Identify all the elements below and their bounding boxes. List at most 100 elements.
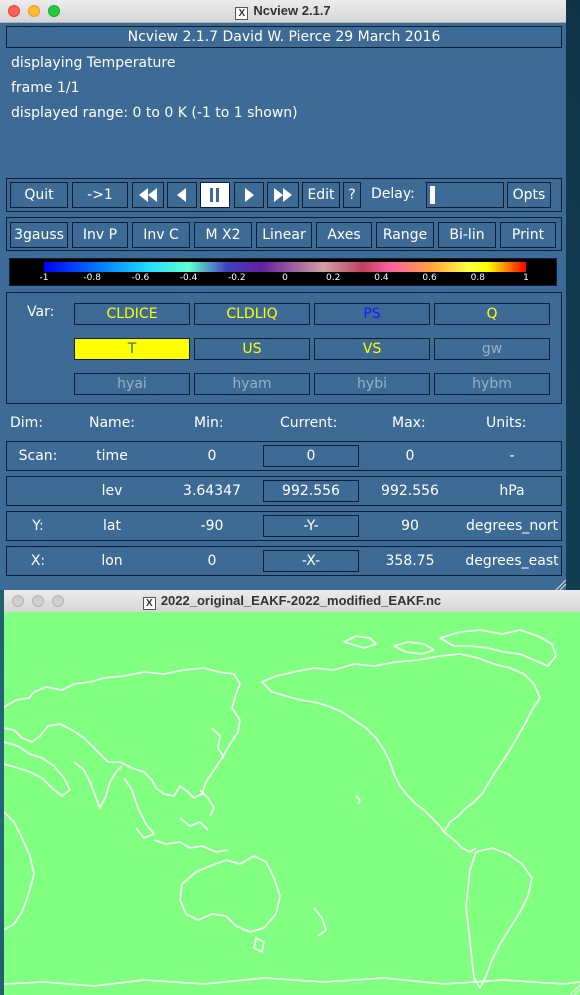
delay-label: Delay: bbox=[371, 186, 415, 202]
variable-button-q[interactable]: Q bbox=[434, 303, 550, 325]
opts-button[interactable]: Opts bbox=[507, 182, 551, 208]
edit-button[interactable]: Edit bbox=[302, 182, 340, 208]
main-window-title-text: Ncview 2.1.7 bbox=[253, 3, 331, 18]
option-linear-button[interactable]: Linear bbox=[256, 222, 312, 248]
delay-slider[interactable] bbox=[426, 182, 504, 208]
dim-name: lev bbox=[101, 483, 123, 499]
version-header: Ncview 2.1.7 David W. Pierce 29 March 20… bbox=[6, 26, 562, 48]
option-bilinear-button[interactable]: Bi-lin bbox=[438, 222, 496, 248]
colorbar-tick-label: 0.8 bbox=[470, 273, 485, 283]
variable-button-hyai[interactable]: hyai bbox=[74, 373, 190, 395]
x11-icon: X bbox=[142, 597, 156, 610]
var-label: Var: bbox=[27, 304, 55, 320]
dim-current-value-button[interactable]: -Y- bbox=[263, 515, 359, 537]
resize-grip-icon[interactable] bbox=[554, 578, 566, 590]
variable-button-hybi[interactable]: hybi bbox=[314, 373, 430, 395]
info-range: displayed range: 0 to 0 K (-1 to 1 shown… bbox=[11, 105, 298, 121]
colorbar-tick-label: -0.6 bbox=[131, 273, 150, 283]
fast-backward-button[interactable] bbox=[132, 182, 164, 208]
dim-min: -90 bbox=[200, 518, 224, 534]
colorbar-tick-label: 0.4 bbox=[374, 273, 389, 283]
world-map-plot[interactable] bbox=[4, 612, 580, 995]
pause-button[interactable] bbox=[200, 182, 230, 208]
dim-label: X: bbox=[30, 553, 46, 569]
colorbar-ticks: -1 -0.8 -0.6 -0.4 -0.2 0 0.2 0.4 0.6 0.8 1 bbox=[10, 273, 558, 285]
dim-units: degrees_east bbox=[465, 553, 559, 569]
delay-slider-thumb[interactable] bbox=[430, 186, 435, 204]
variable-button-vs[interactable]: VS bbox=[314, 338, 430, 360]
variable-button-us[interactable]: US bbox=[194, 338, 310, 360]
variable-button-hybm[interactable]: hybm bbox=[434, 373, 550, 395]
map-window-title-text: 2022_original_EAKF-2022_modified_EAKF.nc bbox=[160, 593, 442, 608]
dim-max: 90 bbox=[401, 518, 419, 534]
colorbar-tick-label: 0.6 bbox=[422, 273, 437, 283]
map-window: X 2022_original_EAKF-2022_modified_EAKF.n… bbox=[4, 590, 580, 995]
dim-header-dim: Dim: bbox=[10, 415, 44, 431]
variable-button-gw[interactable]: gw bbox=[434, 338, 550, 360]
variable-button-hyam[interactable]: hyam bbox=[194, 373, 310, 395]
dim-min: 0 bbox=[207, 448, 217, 464]
fast-forward-icon bbox=[274, 188, 292, 202]
step-forward-icon bbox=[245, 188, 254, 202]
dim-header-min: Min: bbox=[194, 415, 224, 431]
colorbar-tick-label: 0 bbox=[282, 273, 288, 283]
dim-label: Y: bbox=[32, 518, 44, 534]
map-window-title: X 2022_original_EAKF-2022_modified_EAKF.n… bbox=[4, 593, 580, 610]
dim-max: 358.75 bbox=[385, 553, 435, 569]
step-backward-button[interactable] bbox=[167, 182, 197, 208]
dim-min: 0 bbox=[207, 553, 217, 569]
option-axes-button[interactable]: Axes bbox=[316, 222, 372, 248]
dim-units: hPa bbox=[499, 483, 525, 499]
dim-header-current: Current: bbox=[280, 415, 338, 431]
goto-first-frame-button[interactable]: ->1 bbox=[72, 182, 128, 208]
option-3gauss-button[interactable]: 3gauss bbox=[10, 222, 68, 248]
colorbar-tick-label: 1 bbox=[523, 273, 529, 283]
step-backward-icon bbox=[177, 188, 186, 202]
quit-button[interactable]: Quit bbox=[10, 182, 68, 208]
colorbar-tick-label: -0.4 bbox=[179, 273, 198, 283]
colorbar-tick-label: -1 bbox=[39, 273, 49, 283]
dim-current-value-button[interactable]: 0 bbox=[263, 445, 359, 467]
dim-header-name: Name: bbox=[89, 415, 136, 431]
help-button[interactable]: ? bbox=[343, 182, 361, 208]
x11-icon: X bbox=[235, 7, 249, 20]
info-frame: frame 1/1 bbox=[11, 80, 80, 96]
main-window-titlebar[interactable]: X Ncview 2.1.7 bbox=[0, 0, 566, 23]
option-magnify-button[interactable]: M X2 bbox=[194, 222, 252, 248]
dim-units: degrees_nort bbox=[465, 518, 559, 534]
dim-current-value-button[interactable]: -X- bbox=[263, 550, 359, 572]
fast-forward-button[interactable] bbox=[267, 182, 299, 208]
variable-button-ps[interactable]: PS bbox=[314, 303, 430, 325]
colorbar-tick-label: 0.2 bbox=[326, 273, 341, 283]
fast-backward-icon bbox=[139, 188, 157, 202]
dim-name: time bbox=[96, 448, 128, 464]
map-resize-grip-icon[interactable] bbox=[568, 983, 580, 995]
dim-min: 3.64347 bbox=[183, 483, 241, 499]
variable-button-cldliq[interactable]: CLDLIQ bbox=[194, 303, 310, 325]
dim-max: 0 bbox=[405, 448, 415, 464]
option-inv-p-button[interactable]: Inv P bbox=[72, 222, 128, 248]
dim-label: Scan: bbox=[18, 448, 58, 464]
option-range-button[interactable]: Range bbox=[376, 222, 434, 248]
option-print-button[interactable]: Print bbox=[500, 222, 556, 248]
dim-units: - bbox=[509, 448, 515, 464]
dim-name: lat bbox=[103, 518, 121, 534]
dim-max: 992.556 bbox=[381, 483, 439, 499]
colorbar: -1 -0.8 -0.6 -0.4 -0.2 0 0.2 0.4 0.6 0.8 1 bbox=[9, 258, 557, 286]
colorbar-gradient bbox=[44, 262, 526, 272]
map-field bbox=[4, 612, 580, 995]
variable-button-cldice[interactable]: CLDICE bbox=[74, 303, 190, 325]
option-inv-c-button[interactable]: Inv C bbox=[132, 222, 190, 248]
step-forward-button[interactable] bbox=[234, 182, 264, 208]
colorbar-tick-label: -0.8 bbox=[83, 273, 101, 283]
variable-button-t[interactable]: T bbox=[74, 338, 190, 360]
pause-icon bbox=[210, 188, 219, 202]
dim-name: lon bbox=[101, 553, 123, 569]
colorbar-tick-label: -0.2 bbox=[228, 273, 246, 283]
info-variable: displaying Temperature bbox=[11, 55, 176, 71]
dim-current-value-button[interactable]: 992.556 bbox=[263, 480, 359, 502]
ncview-main-window: X Ncview 2.1.7 Ncview 2.1.7 David W. Pier… bbox=[0, 0, 566, 590]
dim-header-max: Max: bbox=[392, 415, 426, 431]
map-window-titlebar[interactable]: X 2022_original_EAKF-2022_modified_EAKF.n… bbox=[4, 590, 580, 613]
main-window-title: X Ncview 2.1.7 bbox=[0, 3, 566, 20]
